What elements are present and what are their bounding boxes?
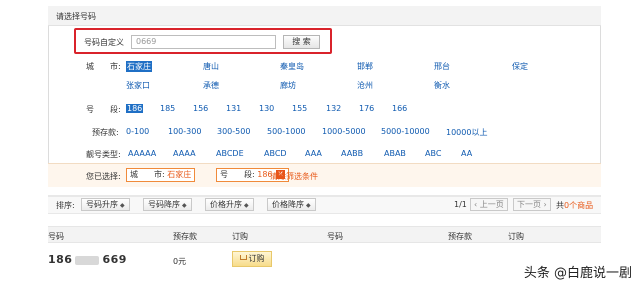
- filter-tag-key: 号 段:: [220, 170, 255, 179]
- filter-tag-city: 城 市: 石家庄: [126, 168, 196, 182]
- deposit-label: 预存款:: [92, 128, 119, 137]
- search-button[interactable]: 搜 索: [283, 35, 320, 49]
- pattern-option[interactable]: AAAAA: [128, 149, 156, 158]
- total-suffix: 个商品: [569, 201, 594, 210]
- city-option[interactable]: 邯郸: [357, 61, 373, 72]
- clear-filters-link[interactable]: 清除筛选条件: [270, 171, 318, 182]
- segment-option[interactable]: 176: [359, 104, 374, 113]
- pattern-option[interactable]: ABC: [425, 149, 441, 158]
- segment-option-selected[interactable]: 186: [126, 104, 144, 113]
- custom-number-input[interactable]: 0669: [131, 35, 276, 49]
- panel-header: [48, 6, 601, 26]
- custom-number-label: 号码自定义: [84, 38, 124, 47]
- order-button-label: 订购: [248, 254, 265, 263]
- city-option[interactable]: 保定: [512, 61, 528, 72]
- pattern-label: 靓号类型:: [86, 150, 121, 159]
- deposit-option[interactable]: 0-100: [126, 127, 149, 136]
- pattern-option[interactable]: AAA: [305, 149, 322, 158]
- page-indicator: 1/1: [454, 200, 467, 209]
- segment-option[interactable]: 156: [193, 104, 208, 113]
- next-page-button[interactable]: 下一页 ›: [513, 198, 551, 211]
- number-prefix: 186: [48, 253, 73, 266]
- city-option-selected[interactable]: 石家庄: [126, 61, 152, 72]
- pattern-option[interactable]: ABCD: [264, 149, 287, 158]
- table-row-number: 186 669: [48, 253, 127, 266]
- sort-number-asc-button[interactable]: 号码升序 ◆: [81, 198, 130, 211]
- filter-tag-key: 城 市:: [130, 170, 165, 179]
- sort-price-desc-button[interactable]: 价格降序 ◆: [267, 198, 316, 211]
- column-header-order: 订购: [232, 232, 248, 241]
- segment-option[interactable]: 155: [292, 104, 307, 113]
- city-option[interactable]: 秦皇岛: [280, 61, 304, 72]
- column-header-deposit: 预存款: [448, 232, 472, 241]
- order-button[interactable]: 订购: [232, 251, 272, 267]
- segment-option[interactable]: 185: [160, 104, 175, 113]
- pattern-option[interactable]: AAAA: [173, 149, 196, 158]
- sort-arrow-icon: ◆: [182, 202, 187, 209]
- table-row-deposit: 0元: [173, 257, 187, 266]
- deposit-option[interactable]: 5000-10000: [381, 127, 430, 136]
- deposit-option[interactable]: 300-500: [217, 127, 250, 136]
- city-option[interactable]: 沧州: [357, 80, 373, 91]
- city-option[interactable]: 邢台: [434, 61, 450, 72]
- next-page-label: 下一页: [517, 200, 541, 209]
- city-option[interactable]: 廊坊: [280, 80, 296, 91]
- deposit-option[interactable]: 1000-5000: [322, 127, 366, 136]
- sort-number-desc-button[interactable]: 号码降序 ◆: [143, 198, 192, 211]
- chevron-right-icon: ›: [543, 200, 547, 209]
- column-header-number: 号码: [48, 232, 64, 241]
- column-header-number: 号码: [327, 232, 343, 241]
- sort-label: 排序:: [56, 201, 75, 210]
- number-suffix: 669: [102, 253, 127, 266]
- deposit-option[interactable]: 500-1000: [267, 127, 306, 136]
- filter-tag-value: 石家庄: [167, 170, 192, 179]
- pattern-option[interactable]: AA: [461, 149, 472, 158]
- sort-button-label: 号码升序: [86, 200, 118, 209]
- segment-option[interactable]: 131: [226, 104, 241, 113]
- selected-filters-label: 您已选择:: [86, 172, 121, 181]
- cart-icon: [239, 255, 247, 260]
- sort-arrow-icon: ◆: [244, 202, 249, 209]
- sort-button-label: 价格降序: [272, 200, 304, 209]
- segment-option[interactable]: 132: [326, 104, 341, 113]
- segment-option[interactable]: 130: [259, 104, 274, 113]
- deposit-option[interactable]: 10000以上: [446, 127, 487, 138]
- deposit-option[interactable]: 100-300: [168, 127, 201, 136]
- city-option[interactable]: 衡水: [434, 80, 450, 91]
- segment-option[interactable]: 166: [392, 104, 407, 113]
- total-prefix: 共: [556, 201, 564, 210]
- sort-button-label: 价格升序: [210, 200, 242, 209]
- sort-arrow-icon: ◆: [306, 202, 311, 209]
- pattern-option[interactable]: ABCDE: [216, 149, 244, 158]
- blurred-digits: [75, 255, 100, 265]
- chevron-left-icon: ‹: [474, 200, 478, 209]
- sort-button-label: 号码降序: [148, 200, 180, 209]
- panel-title: 请选择号码: [56, 12, 96, 21]
- prev-page-button[interactable]: ‹ 上一页: [470, 198, 508, 211]
- column-header-deposit: 预存款: [173, 232, 197, 241]
- pattern-option[interactable]: ABAB: [384, 149, 406, 158]
- segment-label: 号 段:: [86, 105, 121, 114]
- sort-arrow-icon: ◆: [120, 202, 125, 209]
- city-option[interactable]: 唐山: [203, 61, 219, 72]
- sort-price-asc-button[interactable]: 价格升序 ◆: [205, 198, 254, 211]
- column-header-order: 订购: [508, 232, 524, 241]
- total-count: 共0个商品: [556, 200, 593, 211]
- city-label: 城 市:: [86, 62, 121, 71]
- city-option[interactable]: 张家口: [126, 80, 150, 91]
- pattern-option[interactable]: AABB: [341, 149, 363, 158]
- watermark: 头条 @白鹿说一剧: [523, 266, 632, 281]
- city-option[interactable]: 承德: [203, 80, 219, 91]
- prev-page-label: 上一页: [479, 200, 504, 209]
